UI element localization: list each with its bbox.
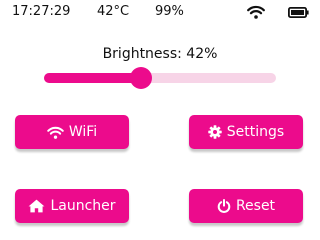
launcher-button[interactable]: Launcher — [15, 189, 129, 223]
battery-percent: 99% — [155, 4, 184, 19]
gear-icon — [208, 125, 222, 139]
battery-icon — [288, 7, 309, 18]
status-bar: 17:27:29 42°C 99% — [0, 0, 320, 26]
reset-button[interactable]: Reset — [189, 189, 303, 223]
settings-button-label: Settings — [226, 124, 285, 140]
clock-time: 17:27:29 — [12, 4, 71, 19]
wifi-button-label: WiFi — [68, 124, 98, 140]
wifi-button[interactable]: WiFi — [15, 115, 129, 149]
brightness-label: Brightness: 42% — [102, 46, 218, 62]
wifi-icon — [47, 126, 64, 139]
power-icon — [217, 199, 231, 213]
temperature-readout: 42°C — [97, 4, 130, 19]
home-icon — [29, 199, 45, 213]
reset-button-label: Reset — [235, 198, 276, 214]
launcher-button-label: Launcher — [50, 198, 116, 214]
settings-button[interactable]: Settings — [189, 115, 303, 149]
slider-fill — [44, 73, 141, 83]
wifi-icon — [247, 5, 265, 19]
slider-knob[interactable] — [130, 67, 152, 89]
brightness-slider[interactable] — [44, 67, 276, 89]
